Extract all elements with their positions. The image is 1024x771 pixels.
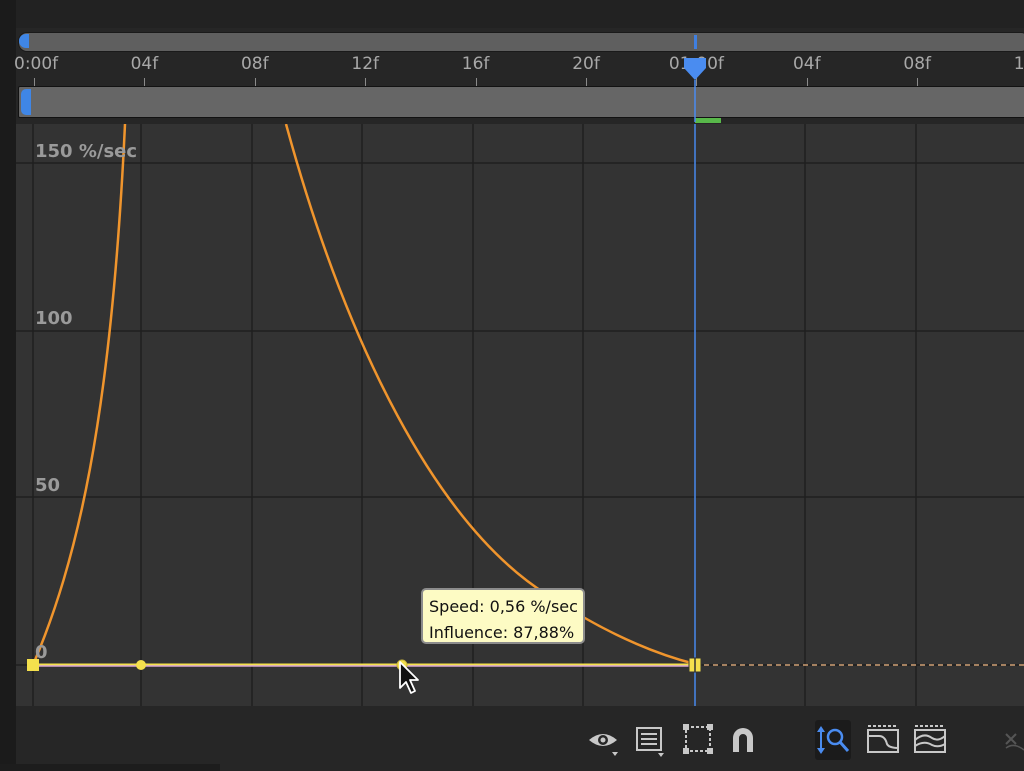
ruler-tick-mark [34, 78, 35, 86]
influence-handle-out[interactable] [136, 660, 146, 670]
y-label-0: 0 [35, 642, 48, 663]
playhead-head[interactable] [682, 56, 710, 122]
ruler-tick-mark [806, 78, 808, 86]
time-navigator-start-handle[interactable] [21, 89, 31, 115]
transform-box-icon[interactable] [680, 720, 716, 760]
fit-all-icon[interactable] [912, 720, 948, 760]
ruler-tick-label: 0:00f [14, 54, 59, 74]
ruler-tick-mark [254, 78, 256, 86]
graph-options-icon[interactable] [632, 720, 668, 760]
ruler-tick-label: 04f [792, 54, 821, 74]
left-panel-edge [0, 0, 16, 771]
speed-curve-ease-out [284, 124, 696, 666]
current-time-marker [694, 35, 697, 49]
ruler-tick-label: 20f [572, 54, 600, 74]
work-area-start-handle[interactable] [19, 34, 29, 48]
fit-selection-icon[interactable] [865, 720, 901, 760]
auto-zoom-height-icon[interactable] [815, 720, 851, 760]
separate-dimensions-icon[interactable] [1002, 720, 1024, 760]
ruler-tick-label: 08f [903, 54, 931, 74]
panel-bottom-edge [0, 764, 220, 771]
ruler-tick-mark [365, 78, 367, 86]
time-navigator-bar[interactable] [18, 86, 1024, 118]
tooltip-speed: Speed: 0,56 %/sec [429, 597, 578, 616]
mouse-cursor-icon [399, 661, 419, 694]
y-label-100: 100 [35, 308, 73, 329]
time-ruler[interactable]: 0:00f04f08f12f16f20f01:00f04f08f12f [14, 50, 1024, 86]
eye-icon[interactable] [585, 720, 621, 760]
graph-editor: 0:00f04f08f12f16f20f01:00f04f08f12f 150 … [0, 0, 1024, 771]
y-label-50: 50 [35, 475, 61, 496]
ruler-top-strip [16, 0, 1024, 28]
ruler-tick-mark [144, 78, 146, 86]
ruler-tick-label: 04f [130, 54, 159, 74]
tooltip-influence: Influence: 87,88% [429, 623, 575, 642]
snap-magnet-icon[interactable] [725, 720, 761, 760]
ruler-tick-label: 08f [240, 54, 269, 74]
keyframe-tooltip: Speed: 0,56 %/sec Influence: 87,88% [421, 588, 585, 644]
ruler-tick-mark [475, 78, 477, 86]
y-label-150: 150 %/sec [35, 141, 138, 162]
ruler-tick-mark [917, 78, 919, 86]
ruler-tick-label: 16f [461, 54, 490, 74]
speed-curve-ease-in [31, 124, 127, 666]
ruler-tick-label: 12f [1013, 54, 1024, 74]
ruler-tick-label: 12f [351, 54, 379, 74]
ruler-tick-mark [586, 78, 587, 86]
work-area-bar[interactable] [18, 32, 1024, 52]
